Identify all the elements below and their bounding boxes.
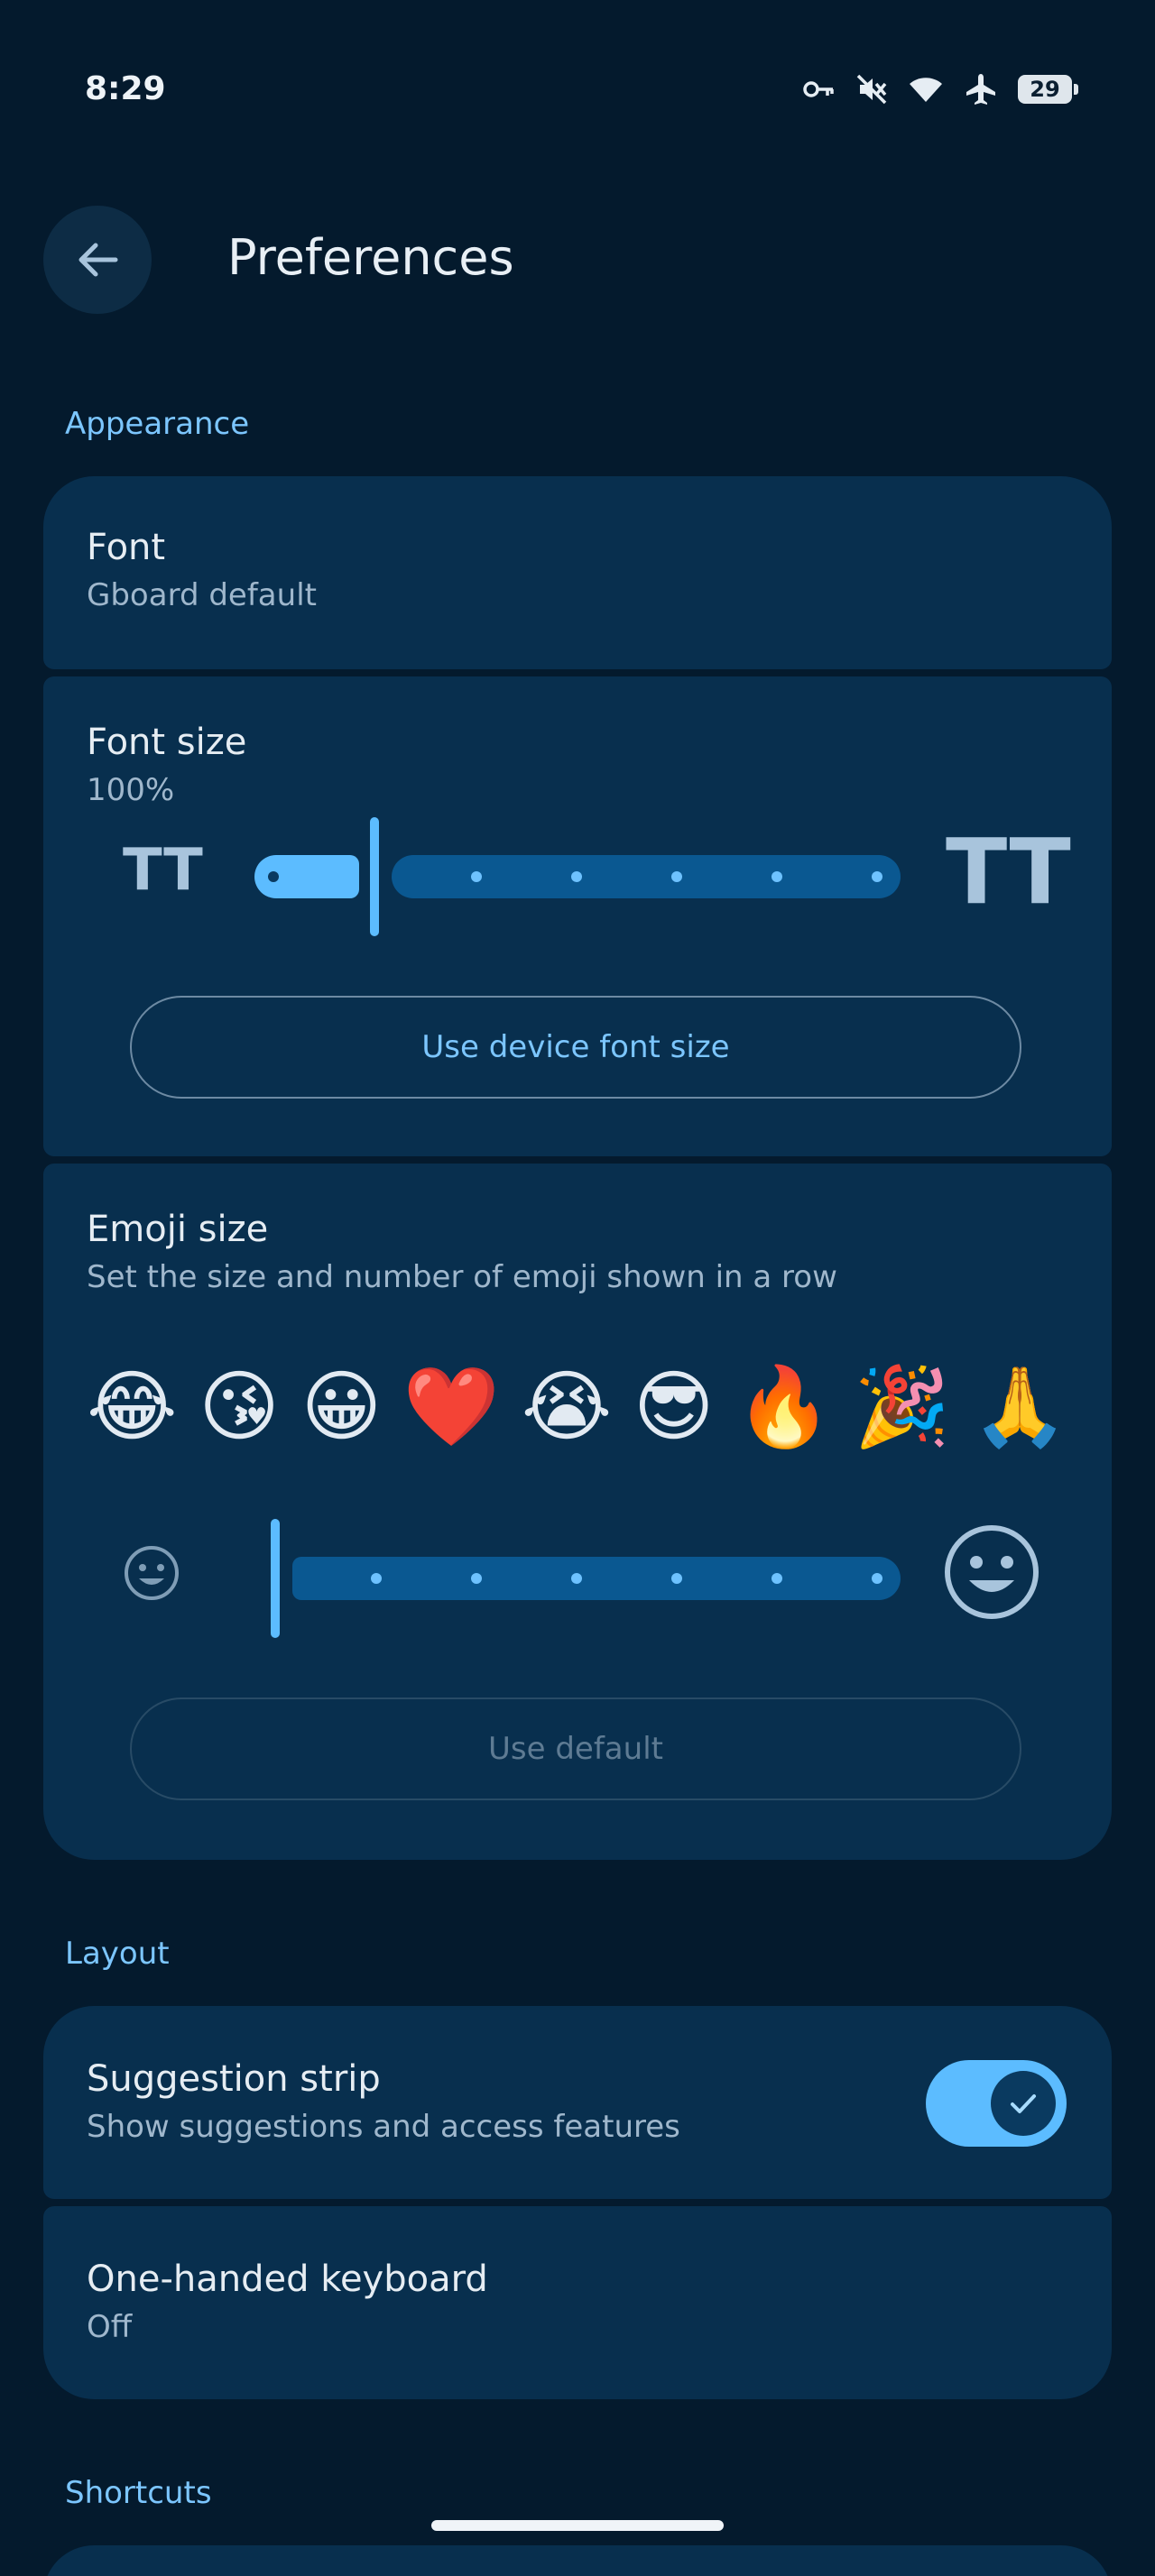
section-header-layout: Layout xyxy=(65,1936,170,1972)
emoji-preview: 😎 xyxy=(633,1362,715,1452)
slider-tick xyxy=(268,871,279,882)
slider-tick xyxy=(671,1573,682,1584)
emoji-size-title: Emoji size xyxy=(87,1209,269,1250)
font-size-title: Font size xyxy=(87,722,247,763)
smiley-large-icon xyxy=(945,1525,1039,1619)
arrow-back-icon xyxy=(79,243,118,277)
font-size-value: 100% xyxy=(87,772,175,808)
font-row-subtitle: Gboard default xyxy=(87,577,317,613)
one-handed-keyboard-subtitle: Off xyxy=(87,2309,133,2345)
page-title: Preferences xyxy=(227,229,514,286)
status-icons: 29 xyxy=(803,72,1078,106)
slider-tick xyxy=(872,871,882,882)
shortcuts-card xyxy=(43,2545,1112,2576)
slider-tick xyxy=(471,871,482,882)
one-handed-keyboard-title: One-handed keyboard xyxy=(87,2259,488,2300)
emoji-size-subtitle: Set the size and number of emoji shown i… xyxy=(87,1259,837,1295)
slider-tick xyxy=(772,1573,782,1584)
slider-tick xyxy=(872,1573,882,1584)
text-size-small-icon: TT xyxy=(123,837,203,904)
airplane-icon xyxy=(966,74,995,105)
wifi-icon xyxy=(910,78,942,102)
check-icon xyxy=(1011,2094,1036,2113)
slider-tick xyxy=(371,1573,382,1584)
emoji-size-row: Emoji size Set the size and number of em… xyxy=(43,1164,1112,1860)
emoji-preview: ❤️ xyxy=(402,1362,501,1452)
font-size-slider-track xyxy=(392,855,901,898)
slider-tick xyxy=(571,1573,582,1584)
one-handed-keyboard-row[interactable]: One-handed keyboard Off xyxy=(43,2206,1112,2399)
font-size-row: Font size 100% TT TT Use device font siz… xyxy=(43,676,1112,1156)
vpn-key-icon xyxy=(803,81,834,97)
emoji-preview: 😀 xyxy=(300,1362,383,1452)
emoji-preview: 🔥 xyxy=(735,1362,833,1452)
section-header-appearance: Appearance xyxy=(65,406,250,442)
use-default-button[interactable]: Use default xyxy=(130,1697,1021,1800)
slider-tick xyxy=(772,871,782,882)
emoji-preview: 🙏 xyxy=(971,1362,1068,1452)
font-row-title: Font xyxy=(87,527,166,568)
emoji-preview-row: 😂 😘 😀 ❤️ 😭 😎 🔥 🎉 🙏 xyxy=(87,1362,1068,1452)
battery-level: 29 xyxy=(1030,77,1060,102)
font-row[interactable]: Font Gboard default xyxy=(43,476,1112,669)
battery-icon: 29 xyxy=(1018,75,1078,104)
slider-tick xyxy=(671,871,682,882)
suggestion-strip-toggle[interactable] xyxy=(926,2060,1067,2147)
mute-icon xyxy=(856,74,887,105)
emoji-preview: 😘 xyxy=(199,1362,280,1452)
slider-tick xyxy=(571,871,582,882)
smiley-small-icon xyxy=(125,1546,179,1600)
status-time: 8:29 xyxy=(85,70,166,107)
suggestion-strip-row[interactable]: Suggestion strip Show suggestions and ac… xyxy=(43,2006,1112,2199)
emoji-size-slider-track xyxy=(292,1557,901,1600)
text-size-large-icon: TT xyxy=(946,819,1071,925)
suggestion-strip-subtitle: Show suggestions and access features xyxy=(87,2109,680,2145)
use-device-font-size-button[interactable]: Use device font size xyxy=(130,996,1021,1099)
home-indicator[interactable] xyxy=(431,2520,724,2531)
font-size-slider-handle[interactable] xyxy=(370,817,379,936)
slider-tick xyxy=(471,1573,482,1584)
emoji-preview: 😂 xyxy=(87,1362,178,1452)
emoji-preview: 😭 xyxy=(521,1362,613,1452)
back-button[interactable] xyxy=(43,206,152,314)
section-header-shortcuts: Shortcuts xyxy=(65,2475,212,2511)
toggle-knob xyxy=(991,2071,1056,2136)
emoji-size-slider-handle[interactable] xyxy=(271,1519,280,1638)
emoji-preview: 🎉 xyxy=(854,1362,951,1452)
suggestion-strip-title: Suggestion strip xyxy=(87,2058,381,2100)
preferences-screen: 8:29 29 Preferences Appearance Font Gboa… xyxy=(0,0,1155,2576)
